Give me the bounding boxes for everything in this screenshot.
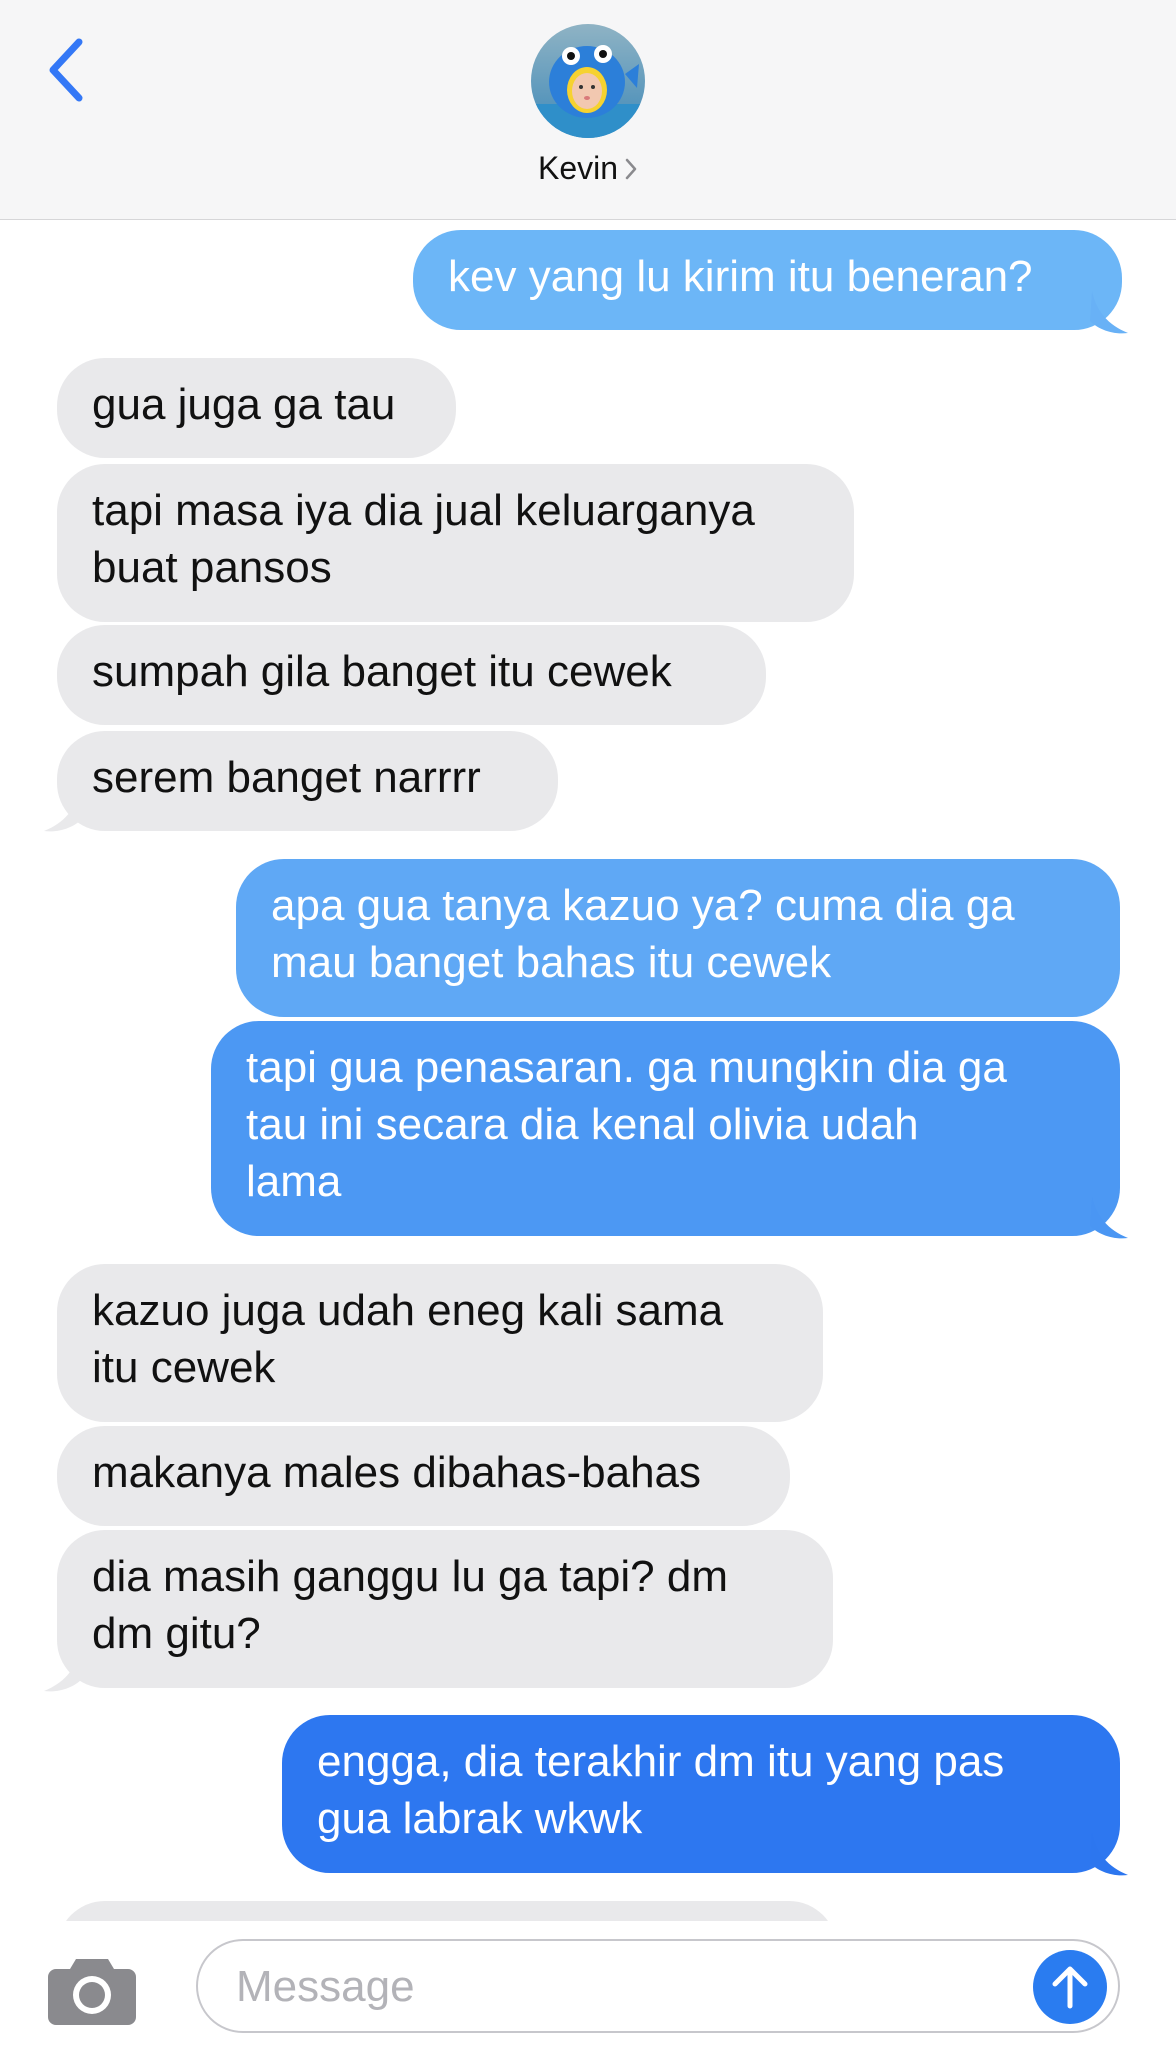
bubble-tail: [1090, 291, 1128, 334]
conversation-header: Kevin: [0, 0, 1176, 220]
bubble-tail: [44, 789, 82, 832]
bubble-tail: [44, 1649, 82, 1692]
message-bubble-outgoing[interactable]: engga, dia terakhir dm itu yang pas gua …: [282, 1715, 1120, 1873]
message-input[interactable]: [234, 1941, 998, 2033]
contact-name: Kevin: [537, 150, 619, 186]
send-button[interactable]: [1033, 1950, 1107, 2024]
message-bubble-incoming[interactable]: dia masih ganggu lu ga tapi? dm dm gitu?: [57, 1530, 833, 1688]
bubble-tail: [1090, 1833, 1128, 1876]
message-bubble-incoming[interactable]: gua juga ga tau: [57, 358, 456, 458]
message-thread[interactable]: kev yang lu kirim itu beneran? gua juga …: [0, 221, 1176, 1921]
message-field[interactable]: [196, 1939, 1120, 2033]
message-bubble-outgoing[interactable]: kev yang lu kirim itu beneran?: [413, 230, 1122, 330]
message-bubble-incoming[interactable]: serem banget narrrr: [57, 731, 558, 831]
camera-icon: [48, 1959, 136, 2025]
message-input-bar: [0, 1921, 1176, 2048]
contact-avatar[interactable]: [531, 24, 645, 138]
message-bubble-outgoing[interactable]: tapi gua penasaran. ga mungkin dia ga ta…: [211, 1021, 1120, 1236]
camera-button[interactable]: [46, 1951, 138, 2027]
message-bubble-outgoing[interactable]: apa gua tanya kazuo ya? cuma dia ga mau …: [236, 859, 1120, 1017]
message-bubble-incoming[interactable]: [57, 1901, 837, 1921]
message-bubble-incoming[interactable]: tapi masa iya dia jual keluarganya buat …: [57, 464, 854, 622]
bubble-tail: [1090, 1196, 1128, 1239]
chevron-left-icon: [49, 38, 83, 102]
arrow-up-icon: [1052, 1966, 1088, 2009]
message-bubble-incoming[interactable]: kazuo juga udah eneg kali sama itu cewek: [57, 1264, 823, 1422]
contact-name-button[interactable]: Kevin: [0, 150, 1176, 189]
message-bubble-incoming[interactable]: makanya males dibahas-bahas: [57, 1426, 790, 1526]
message-bubble-incoming[interactable]: sumpah gila banget itu cewek: [57, 625, 766, 725]
back-button[interactable]: [30, 30, 100, 110]
chevron-right-icon: [624, 152, 638, 189]
